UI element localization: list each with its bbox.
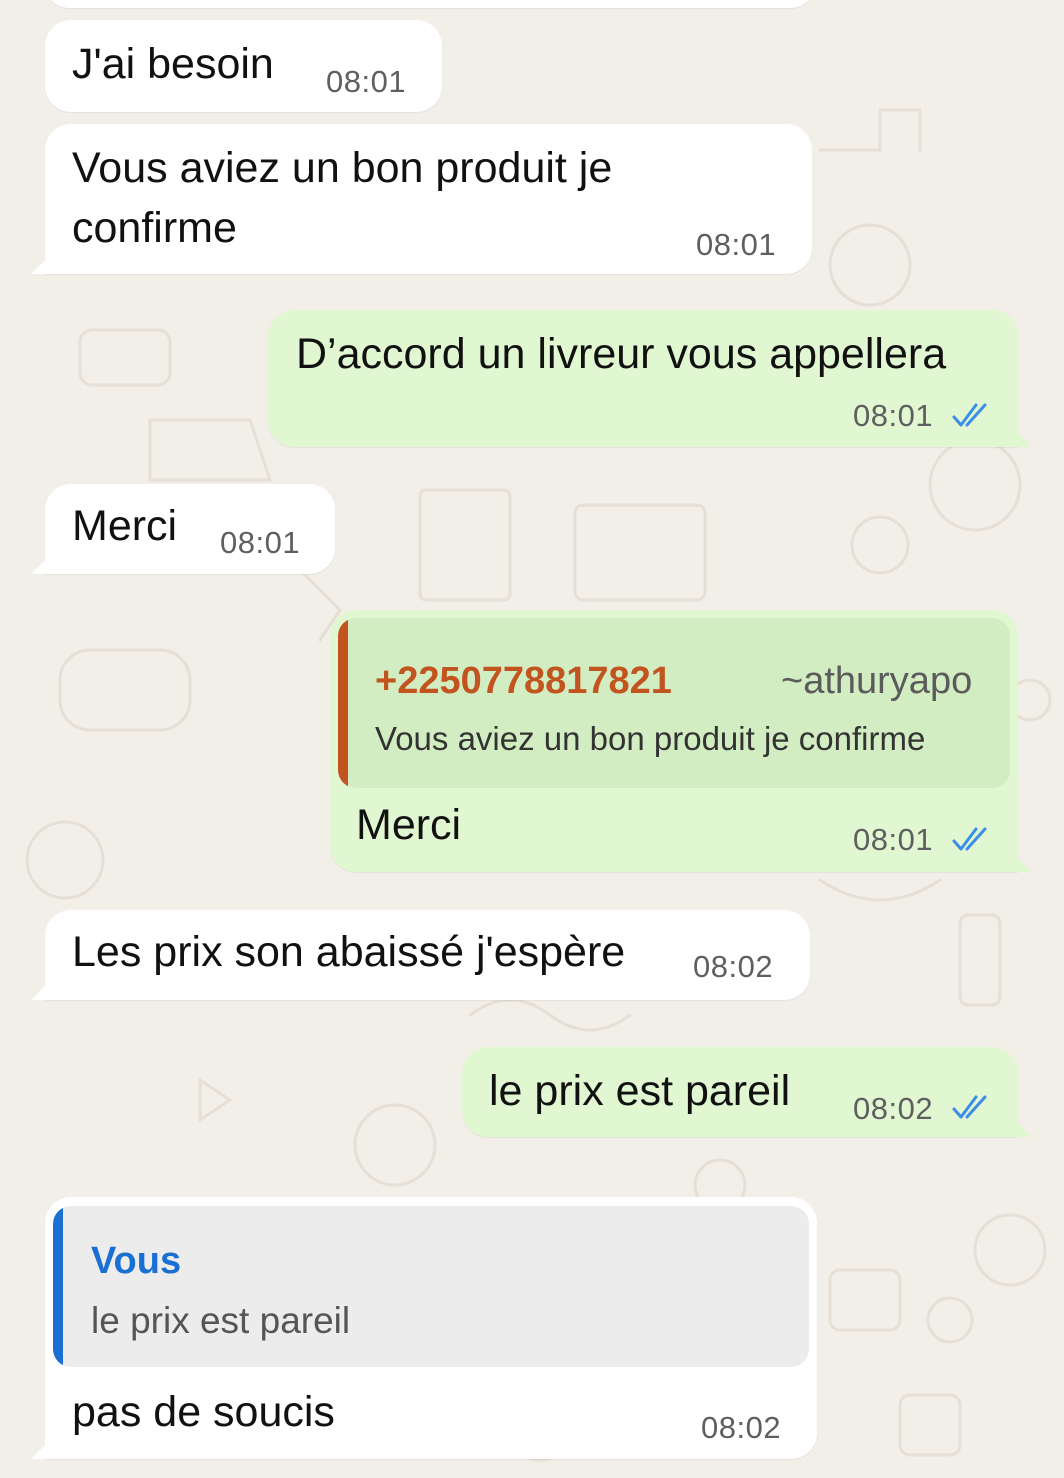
message-bubble-incoming[interactable]: Les prix son abaissé j'espère 08:02 — [31, 910, 810, 1000]
message-time: 08:01 — [853, 822, 934, 857]
quoted-message[interactable]: +2250778817821 ~athuryapo Vous aviez un … — [338, 618, 1010, 788]
message-bubble-outgoing[interactable]: le prix est pareil 08:02 — [462, 1047, 1032, 1137]
quoted-text: le prix est pareil — [91, 1300, 351, 1341]
quoted-sender-name: ~athuryapo — [781, 660, 973, 702]
message-text: Vous aviez un bon produit je confirme — [72, 138, 612, 258]
message-time: 08:01 — [853, 398, 934, 433]
double-check-icon — [952, 1095, 987, 1119]
message-time: 08:02 — [853, 1091, 934, 1126]
message-text-line: confirme — [72, 204, 237, 252]
quoted-sender-name: Vous — [91, 1240, 182, 1282]
message-bubble-outgoing-reply[interactable]: +2250778817821 ~athuryapo Vous aviez un … — [330, 610, 1032, 872]
double-check-icon — [952, 403, 987, 427]
quote-accent-bar — [53, 1206, 63, 1367]
quoted-message[interactable]: Vous le prix est pareil — [53, 1206, 809, 1367]
message-bubble-incoming[interactable]: Vous aviez un bon produit je confirme 08… — [31, 124, 812, 274]
double-check-icon — [952, 827, 987, 851]
message-text: Merci — [356, 801, 462, 849]
message-text: J'ai besoin — [72, 40, 274, 88]
message-time: 08:02 — [693, 949, 774, 984]
message-bubble-partial[interactable] — [45, 0, 815, 8]
message-text: Merci — [72, 502, 178, 550]
message-bubble-outgoing[interactable]: D’accord un livreur vous appellera 08:01 — [268, 310, 1032, 447]
message-text: D’accord un livreur vous appellera — [296, 330, 947, 378]
quoted-sender-phone: +2250778817821 — [375, 660, 672, 702]
message-bubble-incoming[interactable]: J'ai besoin 08:01 — [45, 20, 442, 112]
message-text: pas de soucis — [72, 1388, 335, 1436]
message-time: 08:01 — [220, 525, 301, 560]
message-time: 08:01 — [326, 64, 407, 99]
message-text: le prix est pareil — [489, 1067, 791, 1115]
message-text: Les prix son abaissé j'espère — [72, 928, 626, 976]
message-text-line: Vous aviez un bon produit je — [72, 144, 613, 192]
message-time: 08:01 — [696, 227, 777, 262]
quote-accent-bar — [338, 618, 348, 788]
quoted-text: Vous aviez un bon produit je confirme — [375, 720, 926, 757]
message-time: 08:02 — [701, 1410, 782, 1445]
message-bubble-incoming-reply[interactable]: Vous le prix est pareil pas de soucis 08… — [31, 1197, 817, 1459]
message-bubble-incoming[interactable]: Merci 08:01 — [31, 484, 335, 574]
